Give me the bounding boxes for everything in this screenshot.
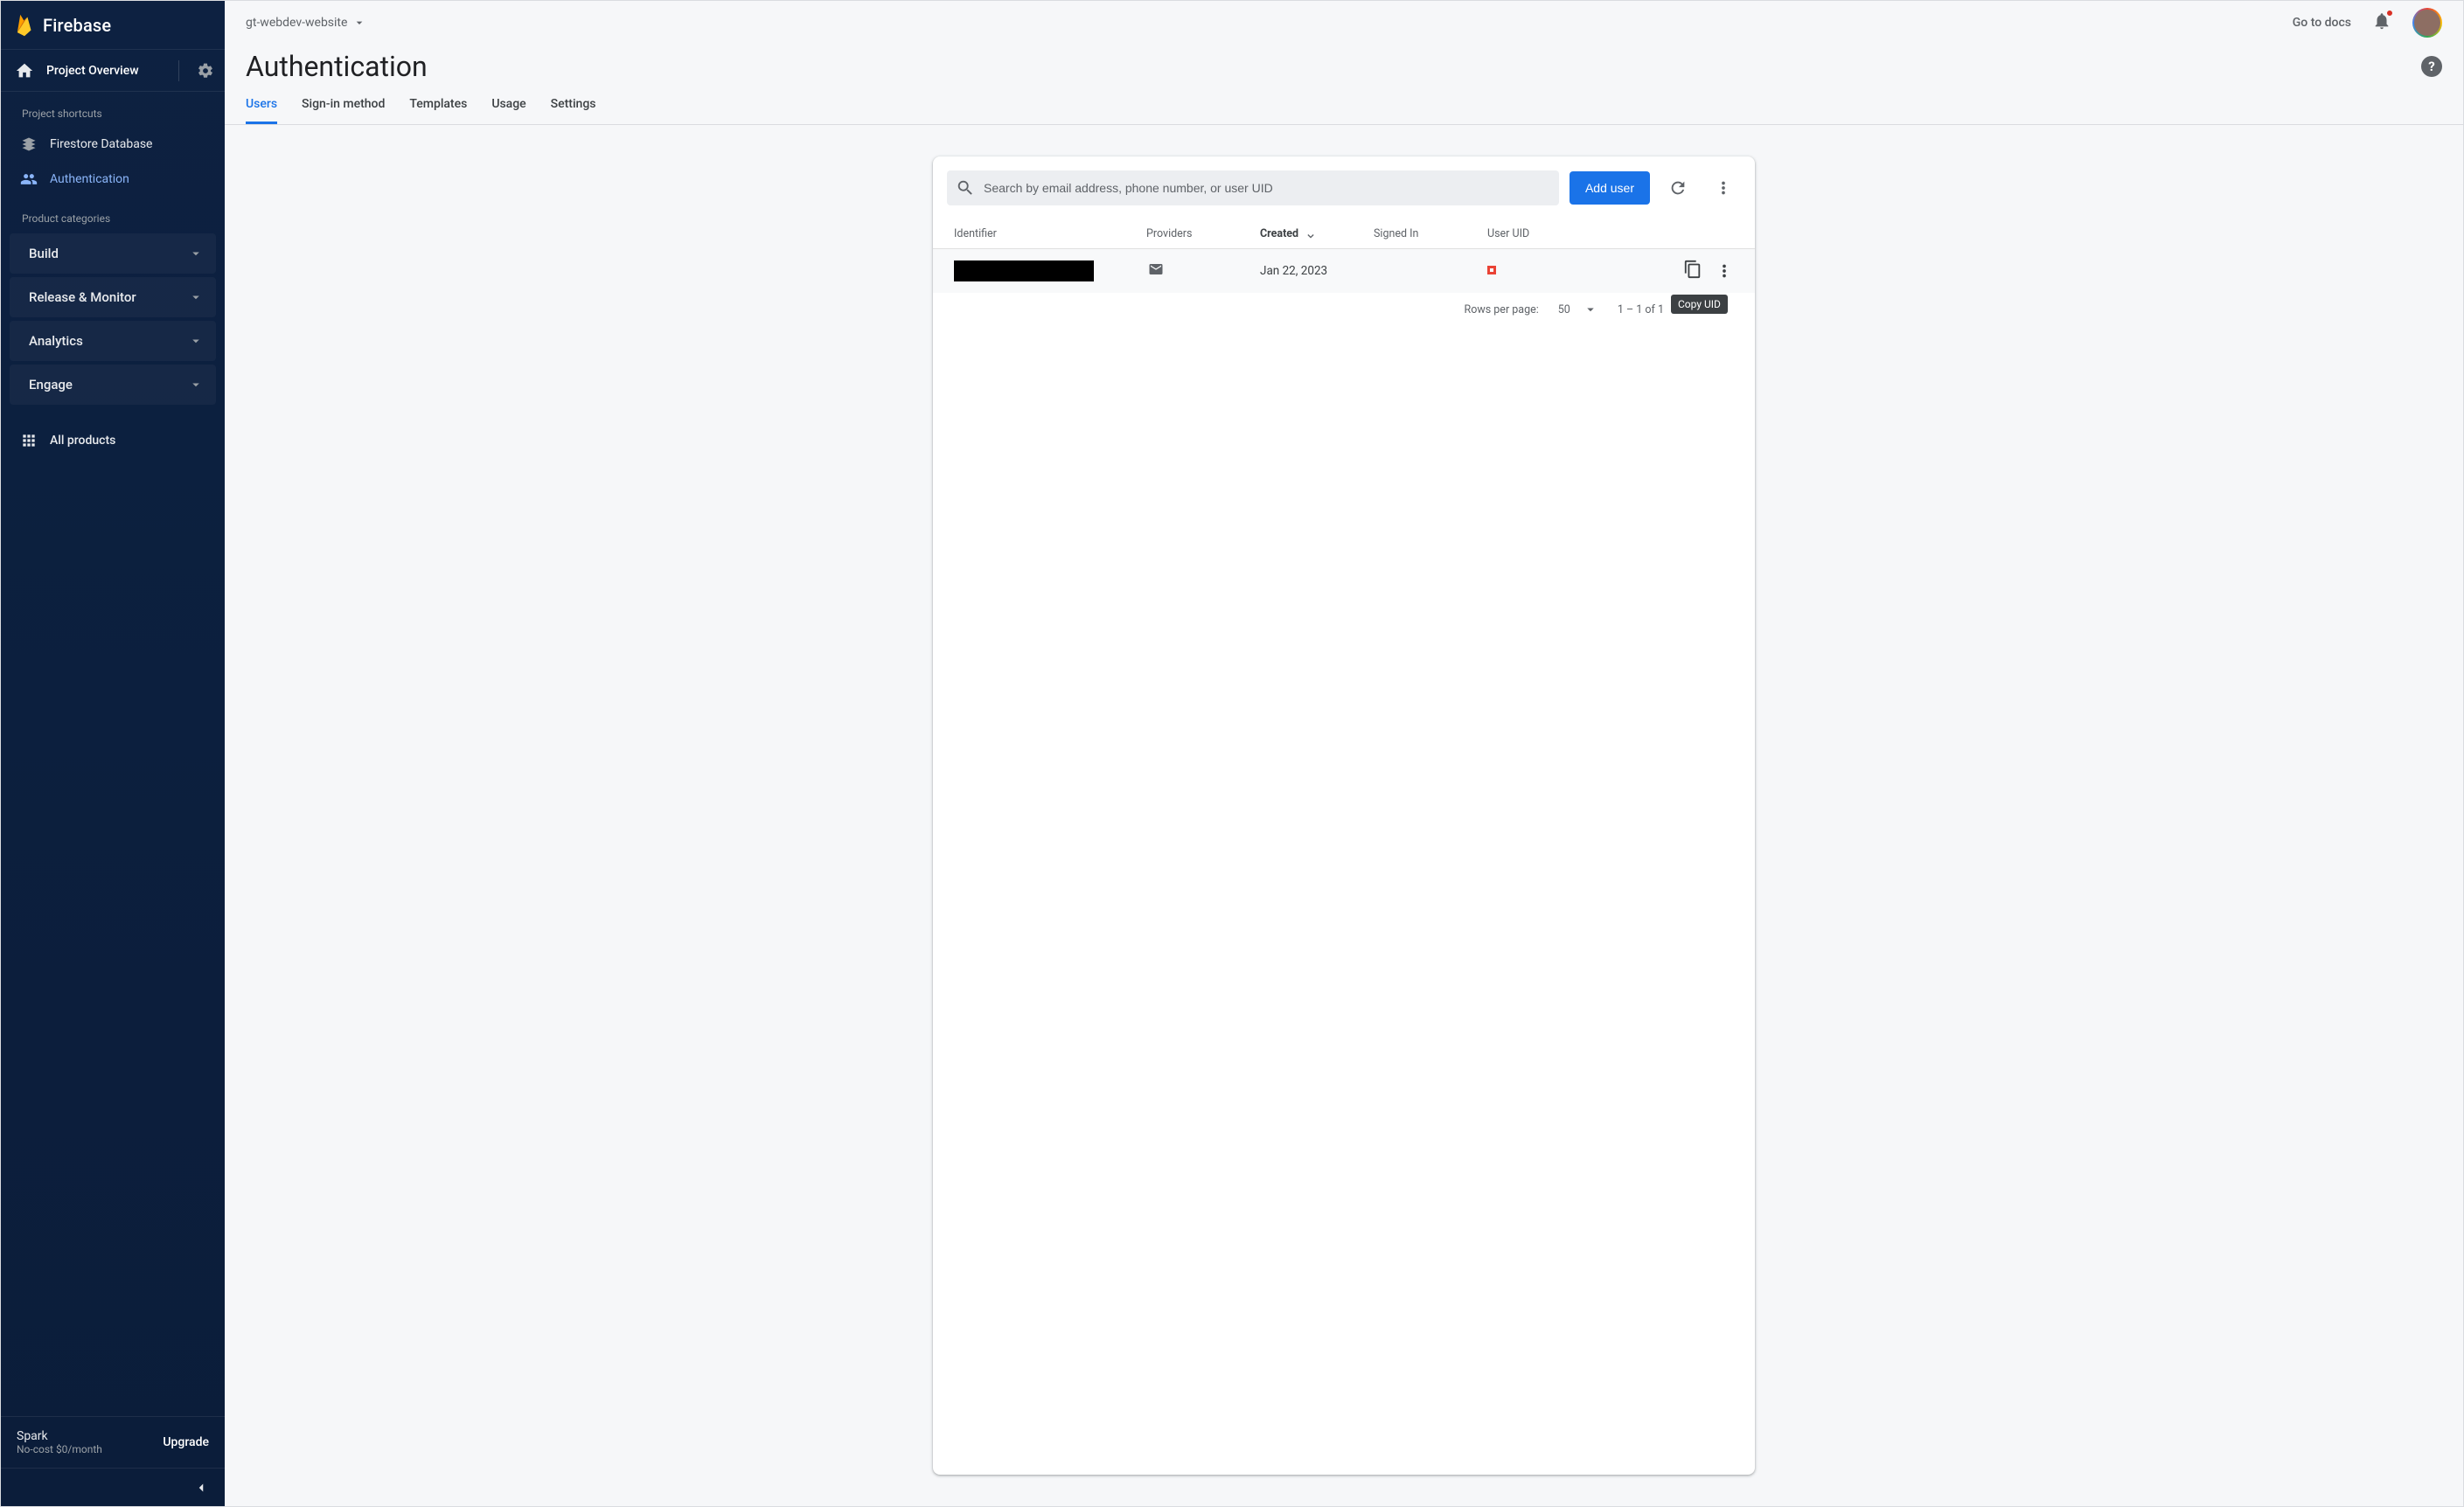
cell-created: Jan 22, 2023 [1260,264,1374,278]
cell-identifier [954,260,1146,281]
all-products-label: All products [50,434,115,448]
notifications-button[interactable] [2372,11,2391,34]
table-row[interactable]: Jan 22, 2023 Copy UID [933,249,1755,293]
auth-icon [20,170,38,188]
sidebar: Firebase Project Overview Project shortc… [1,1,225,1506]
chevron-down-icon [188,333,204,349]
cell-provider [1146,261,1260,281]
col-signed-in[interactable]: Signed In [1374,227,1487,240]
refresh-icon [1668,178,1688,198]
project-selector[interactable]: gt-webdev-website [246,16,366,30]
firestore-icon [20,135,38,153]
copy-uid-tooltip: Copy UID [1671,295,1728,314]
add-user-button[interactable]: Add user [1570,171,1650,205]
redacted-identifier [954,260,1094,281]
sidebar-item-label: Firestore Database [50,137,152,151]
toolbar: Add user [933,156,1755,219]
tab-users[interactable]: Users [246,97,277,124]
all-products[interactable]: All products [1,422,225,459]
col-identifier[interactable]: Identifier [954,227,1146,240]
cell-user-uid [1487,264,1683,278]
more-vert-icon [1714,178,1733,198]
row-more-button[interactable] [1715,261,1734,281]
brand-row[interactable]: Firebase [1,1,225,50]
col-providers[interactable]: Providers [1146,227,1260,240]
sidebar-item-label: Authentication [50,172,129,186]
page-title: Authentication [246,50,428,83]
table-header: Identifier Providers Created Signed In U… [933,219,1755,249]
go-to-docs-link[interactable]: Go to docs [2293,16,2351,30]
category-label: Engage [29,377,73,392]
col-created[interactable]: Created [1260,227,1374,241]
firebase-logo-icon [15,12,34,38]
search-input[interactable] [984,181,1550,195]
home-icon [15,61,34,80]
main: gt-webdev-website Go to docs Authenticat… [225,1,2463,1506]
redacted-uid-highlight [1487,266,1496,274]
category-release-monitor[interactable]: Release & Monitor [10,277,216,317]
category-label: Build [29,246,59,261]
plan-sub: No-cost $0/month [17,1443,102,1455]
gear-icon[interactable] [197,62,214,80]
page-header: Authentication ? [225,45,2463,83]
project-overview-label: Project Overview [46,64,161,78]
project-name: gt-webdev-website [246,16,347,30]
row-actions: Copy UID [1683,260,1734,282]
category-engage[interactable]: Engage [10,365,216,405]
sidebar-item-firestore[interactable]: Firestore Database [1,127,225,162]
tabs: Users Sign-in method Templates Usage Set… [225,83,2463,125]
copy-uid-button[interactable] [1683,260,1702,279]
users-card: Add user Identifier Providers Created [933,156,1755,1475]
category-analytics[interactable]: Analytics [10,321,216,361]
arrow-down-icon [1304,227,1318,241]
topbar: gt-webdev-website Go to docs [225,1,2463,45]
plan-name: Spark [17,1429,102,1443]
content: Add user Identifier Providers Created [225,125,2463,1506]
avatar[interactable] [2412,8,2442,38]
pager-range: 1 – 1 of 1 [1618,303,1664,316]
dropdown-icon [352,16,366,30]
help-button[interactable]: ? [2421,56,2442,77]
email-icon [1146,261,1166,277]
grid-icon [20,432,38,449]
divider [178,60,179,81]
chevron-down-icon [188,246,204,261]
chevron-down-icon [188,377,204,392]
notification-dot [2386,10,2393,17]
pager: Rows per page: 50 1 – 1 of 1 [933,293,1755,333]
rows-per-page-select[interactable]: 50 [1558,302,1598,317]
search-field[interactable] [947,170,1559,205]
plan-row: Spark No-cost $0/month Upgrade [1,1416,225,1468]
search-icon [956,178,975,198]
refresh-button[interactable] [1660,170,1695,205]
shortcuts-title: Project shortcuts [1,92,225,127]
dropdown-icon [1583,302,1598,317]
brand-text: Firebase [43,15,111,36]
upgrade-button[interactable]: Upgrade [163,1435,209,1449]
chevron-down-icon [188,289,204,305]
tab-settings[interactable]: Settings [551,97,596,124]
tab-signin-method[interactable]: Sign-in method [302,97,385,124]
sidebar-item-authentication[interactable]: Authentication [1,162,225,197]
category-label: Analytics [29,333,83,349]
col-user-uid[interactable]: User UID [1487,227,1664,240]
chevron-left-icon [193,1480,209,1496]
categories-title: Product categories [1,197,225,232]
more-options-button[interactable] [1706,170,1741,205]
category-label: Release & Monitor [29,289,136,305]
project-overview-row[interactable]: Project Overview [1,50,225,92]
rows-per-page-label: Rows per page: [1465,303,1539,316]
tab-templates[interactable]: Templates [409,97,467,124]
tab-usage[interactable]: Usage [491,97,526,124]
rows-per-page-value: 50 [1558,303,1570,316]
category-build[interactable]: Build [10,233,216,274]
collapse-sidebar[interactable] [1,1468,225,1506]
